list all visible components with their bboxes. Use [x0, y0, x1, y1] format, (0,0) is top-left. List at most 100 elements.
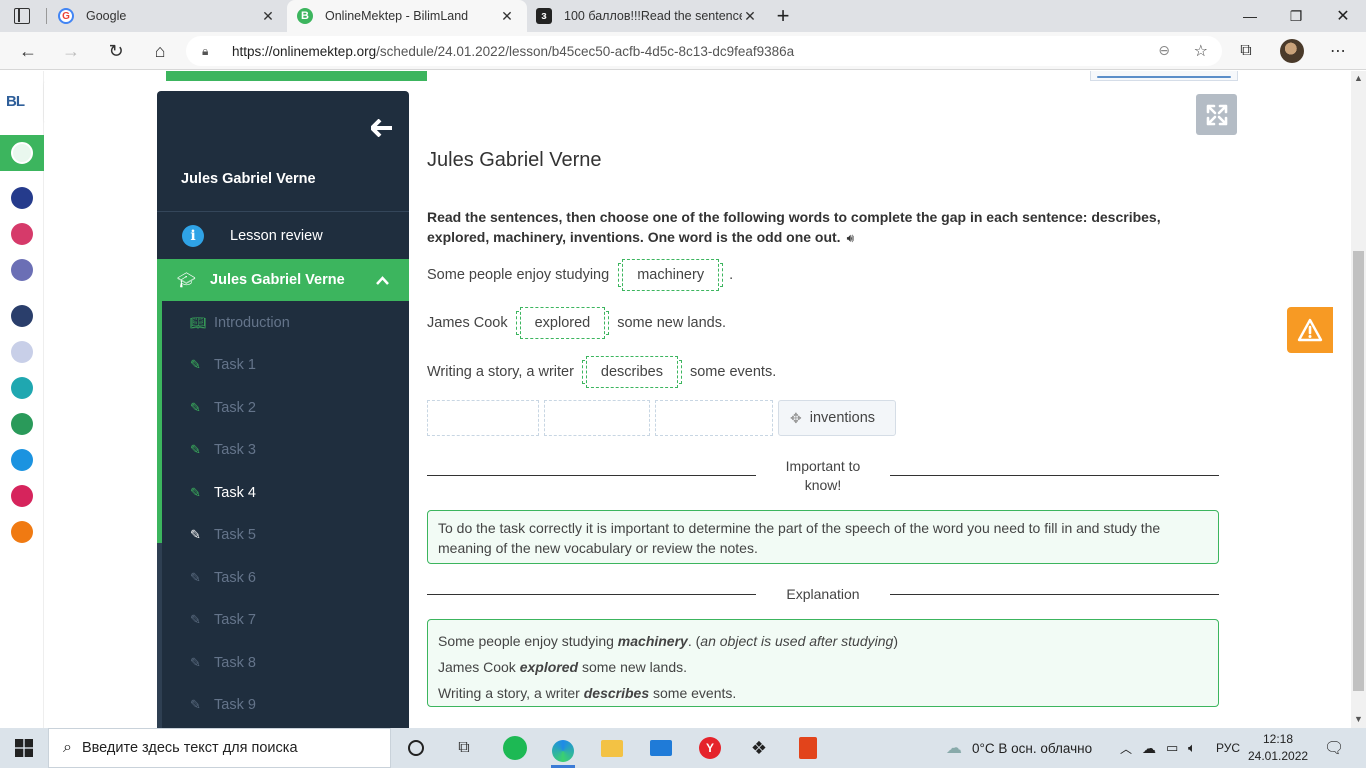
minimize-button[interactable]: —	[1227, 0, 1273, 32]
app-onlinemektep[interactable]	[0, 135, 44, 171]
tray-chevron-up-icon[interactable]: ︿	[1120, 728, 1132, 768]
profile-avatar[interactable]	[1280, 39, 1304, 63]
scroll-down-arrow-icon[interactable]: ▼	[1354, 714, 1363, 724]
restore-button[interactable]: ❐	[1273, 0, 1319, 32]
favorite-star-icon[interactable]: ☆	[1194, 41, 1208, 61]
sidebar-item-task-7[interactable]: ✎ Task 7	[157, 600, 409, 640]
divider-line	[890, 475, 1219, 476]
office-icon[interactable]	[796, 736, 820, 760]
answer-gap[interactable]: machinery	[618, 259, 724, 291]
sidebar-item-task-2[interactable]: ✎ Task 2	[157, 388, 409, 428]
sidebar-item-task-8[interactable]: ✎ Task 8	[157, 643, 409, 683]
sidebar-item-task-5[interactable]: ✎ Task 5	[157, 515, 409, 555]
weather-widget[interactable]: ☁︎ 0°C В осн. облачно	[946, 728, 1092, 768]
answer-chip[interactable]: machinery	[622, 259, 720, 291]
task-view-icon[interactable]: ⧉	[452, 736, 476, 760]
bilimland-icon: B	[297, 8, 313, 24]
report-warning-button[interactable]	[1287, 307, 1333, 353]
app-bilim-shop-icon[interactable]	[11, 223, 33, 245]
new-tab-button[interactable]: +	[760, 0, 806, 32]
sentence-text: Some people enjoy studying	[427, 267, 610, 283]
window-close-button[interactable]: ✕	[1320, 0, 1366, 32]
sidebar-item-task-4[interactable]: ✎ Task 4	[157, 473, 409, 513]
sidebar-section-label: Jules Gabriel Verne	[210, 272, 345, 288]
url-text: https://onlinemektep.org/schedule/24.01.…	[232, 43, 795, 59]
tab-znanija[interactable]: з 100 баллов!!!Read the sentences ✕	[534, 0, 766, 32]
taskbar-search-box[interactable]: ⌕ Введите здесь текст для поиска	[48, 728, 391, 768]
zoom-icon[interactable]: ⊖	[1158, 42, 1170, 59]
app-docs-icon[interactable]	[11, 341, 33, 363]
mail-icon[interactable]	[649, 736, 673, 760]
explanation-line-1: Some people enjoy studying machinery. (a…	[438, 633, 898, 649]
forward-icon[interactable]: →	[57, 37, 85, 65]
sidebar-item-introduction[interactable]: 📖︎ Introduction	[157, 303, 409, 343]
draggable-word[interactable]: ✥ inventions	[778, 400, 896, 436]
windows-start-button[interactable]	[0, 728, 48, 768]
sentence-1: Some people enjoy studying machinery .	[427, 254, 733, 296]
language-indicator[interactable]: РУС	[1216, 728, 1240, 768]
tab-onlinemektep[interactable]: B OnlineMektep - BilimLand ✕	[287, 0, 527, 32]
file-explorer-icon[interactable]	[600, 736, 624, 760]
close-icon[interactable]: ✕	[260, 8, 276, 25]
search-placeholder: Введите здесь текст для поиска	[81, 740, 298, 756]
app-smart-nation-icon[interactable]	[11, 305, 33, 327]
network-icon[interactable]: ▭	[1166, 728, 1178, 768]
page-scrollbar[interactable]: ▲ ▼	[1351, 71, 1366, 728]
app-twig-icon[interactable]	[11, 485, 33, 507]
close-icon[interactable]: ✕	[499, 8, 515, 25]
speaker-icon[interactable]: 🔊︎	[847, 229, 855, 249]
dropbox-icon[interactable]: ❖	[747, 736, 771, 760]
app-imagine-icon[interactable]	[11, 521, 33, 543]
edge-icon[interactable]	[551, 736, 575, 768]
sidebar-item-task-3[interactable]: ✎ Task 3	[157, 430, 409, 470]
scrollbar-thumb[interactable]	[1353, 251, 1364, 691]
tab-actions-icon[interactable]	[14, 8, 30, 24]
sidebar-item-task-9[interactable]: ✎ Task 9	[157, 685, 409, 725]
answer-gap[interactable]: describes	[581, 356, 682, 388]
app-bilimland-lab-icon[interactable]	[11, 413, 33, 435]
sidebar-item-task-6[interactable]: ✎ Task 6	[157, 558, 409, 598]
lock-icon[interactable]: 🔒︎	[202, 44, 216, 59]
explanation-line-2: James Cook explored some new lands.	[438, 659, 688, 675]
empty-word-slot[interactable]	[427, 400, 539, 436]
sidebar-item-label: Task 6	[214, 570, 256, 586]
chevron-up-icon[interactable]	[376, 273, 389, 288]
back-arrow-icon[interactable]	[370, 117, 393, 143]
notification-center-icon[interactable]: 🗨︎	[1324, 728, 1344, 768]
answer-chip[interactable]: describes	[585, 356, 678, 388]
sentence-text: .	[729, 267, 734, 283]
close-icon[interactable]: ✕	[742, 8, 758, 25]
address-bar[interactable]: 🔒︎ https://onlinemektep.org/schedule/24.…	[186, 36, 1222, 66]
edit-icon: ✎	[190, 612, 201, 627]
sentence-text: some new lands.	[617, 315, 727, 331]
empty-word-slot[interactable]	[544, 400, 650, 436]
volume-icon[interactable]: 🔈︎	[1188, 728, 1196, 768]
app-bilim-online-icon[interactable]	[11, 377, 33, 399]
empty-word-slot[interactable]	[655, 400, 773, 436]
sidebar-section-header[interactable]: 🎓︎ Jules Gabriel Verne	[157, 259, 409, 301]
explanation-box: Some people enjoy studying machinery. (a…	[427, 619, 1219, 707]
collections-icon[interactable]: ⧉	[1232, 37, 1260, 65]
yandex-browser-icon[interactable]: Y	[698, 736, 722, 760]
home-icon[interactable]: ⌂	[146, 37, 174, 65]
app-quiz-icon[interactable]	[11, 449, 33, 471]
app-bilimland-icon[interactable]	[11, 259, 33, 281]
app-rail: BL	[0, 71, 44, 728]
cortana-icon[interactable]	[404, 736, 428, 760]
spotify-icon[interactable]	[503, 736, 527, 760]
back-icon[interactable]: ←	[14, 37, 42, 65]
onedrive-icon[interactable]: ☁︎	[1142, 728, 1156, 768]
more-menu-icon[interactable]: ⋯	[1324, 37, 1352, 65]
scroll-up-arrow-icon[interactable]: ▲	[1354, 73, 1363, 83]
answer-chip[interactable]: explored	[519, 307, 606, 339]
sidebar-item-task-1[interactable]: ✎ Task 1	[157, 345, 409, 385]
search-icon: ⌕	[63, 739, 72, 756]
fullscreen-expand-button[interactable]	[1196, 94, 1237, 135]
answer-gap[interactable]: explored	[515, 307, 610, 339]
app-bilimland-tv-icon[interactable]	[11, 187, 33, 209]
taskbar-clock[interactable]: 12:18 24.01.2022	[1248, 731, 1308, 765]
sidebar-item-lesson-review[interactable]: i Lesson review	[157, 212, 409, 259]
bilimland-logo[interactable]: BL	[6, 93, 25, 110]
reload-icon[interactable]: ↻	[102, 37, 130, 65]
tab-google[interactable]: G Google ✕	[56, 0, 284, 32]
